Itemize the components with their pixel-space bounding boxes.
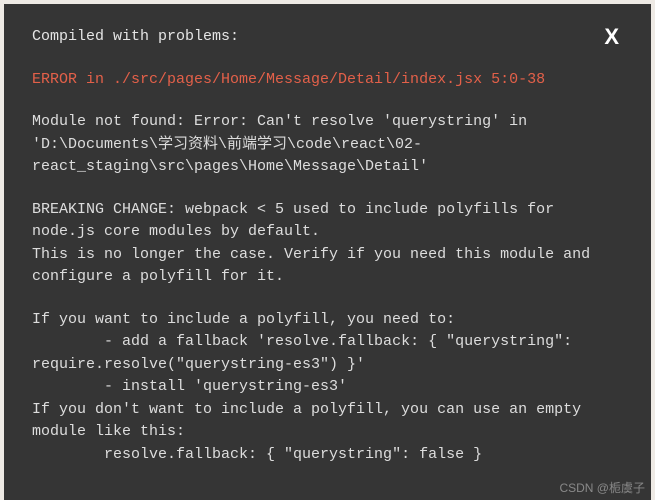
close-button[interactable]: X (600, 26, 623, 48)
error-location-line: ERROR in ./src/pages/Home/Message/Detail… (32, 69, 623, 92)
error-message-module-not-found: Module not found: Error: Can't resolve '… (32, 111, 623, 179)
error-message-breaking-change: BREAKING CHANGE: webpack < 5 used to inc… (32, 199, 623, 289)
error-message-polyfill-instructions: If you want to include a polyfill, you n… (32, 309, 623, 467)
overlay-header: Compiled with problems: X (32, 26, 623, 49)
error-overlay: Compiled with problems: X ERROR in ./src… (4, 4, 651, 500)
overlay-title: Compiled with problems: (32, 26, 239, 49)
watermark-text: CSDN @栀虞子 (559, 479, 645, 496)
